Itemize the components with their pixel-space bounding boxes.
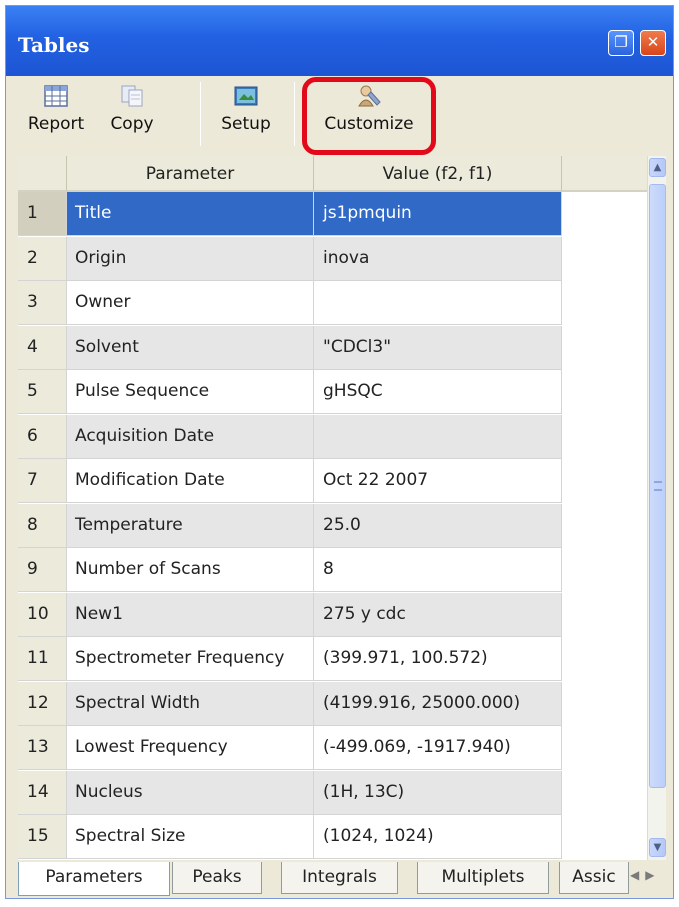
setup-button[interactable]: Setup [208, 82, 284, 150]
toolbar-separator [294, 82, 295, 146]
tab-peaks[interactable]: Peaks [172, 862, 262, 894]
parameter-cell[interactable]: Solvent [67, 325, 314, 370]
table-row[interactable]: 2 Origin inova [18, 236, 562, 281]
value-cell[interactable]: (399.971, 100.572) [314, 637, 562, 681]
table-row[interactable]: 1 Title js1pmquin [18, 192, 562, 236]
vertical-scrollbar[interactable]: ▲ ▼ [647, 156, 666, 860]
value-cell[interactable]: js1pmquin [314, 192, 562, 236]
parameter-cell[interactable]: New1 [67, 592, 314, 637]
toolbar-separator [200, 82, 201, 146]
parameter-cell[interactable]: Temperature [67, 503, 314, 548]
parameters-table: Parameter Value (f2, f1) 1 Title js1pmquin… [18, 156, 666, 860]
empty-column-header [562, 156, 647, 192]
row-number-cell[interactable]: 6 [18, 414, 67, 459]
parameter-cell[interactable]: Pulse Sequence [67, 370, 314, 414]
row-number-cell[interactable]: 10 [18, 592, 67, 637]
window-title: Tables [18, 33, 90, 57]
scroll-up-icon[interactable]: ▲ [649, 158, 666, 177]
setup-label: Setup [221, 114, 271, 134]
row-number-cell[interactable]: 8 [18, 503, 67, 548]
row-number-cell[interactable]: 12 [18, 681, 67, 726]
table-row[interactable]: 11 Spectrometer Frequency (399.971, 100.57… [18, 637, 562, 681]
parameter-cell[interactable]: Acquisition Date [67, 414, 314, 459]
tab-parameters[interactable]: Parameters [18, 862, 170, 896]
value-cell[interactable] [314, 281, 562, 325]
row-number-cell[interactable]: 15 [18, 815, 67, 859]
value-cell[interactable]: inova [314, 236, 562, 281]
row-number-cell[interactable]: 11 [18, 637, 67, 681]
report-table-icon [44, 85, 68, 107]
table-row[interactable]: 4 Solvent "CDCl3" [18, 325, 562, 370]
row-number-header [18, 156, 67, 192]
value-cell[interactable]: Oct 22 2007 [314, 459, 562, 503]
value-column-header[interactable]: Value (f2, f1) [314, 156, 562, 192]
restore-icon[interactable]: ❐ [608, 30, 634, 56]
parameter-column-header[interactable]: Parameter [67, 156, 314, 192]
scrollbar-thumb[interactable] [649, 184, 666, 788]
row-number-cell[interactable]: 7 [18, 459, 67, 503]
table-row[interactable]: 3 Owner [18, 281, 562, 325]
parameter-cell[interactable]: Origin [67, 236, 314, 281]
toolbar: Report Copy Setup Customize [6, 76, 673, 156]
row-number-cell[interactable]: 2 [18, 236, 67, 281]
scroll-down-icon[interactable]: ▼ [649, 838, 666, 857]
row-number-cell[interactable]: 9 [18, 548, 67, 592]
tab-strip: Parameters Peaks Integrals Multiplets As… [18, 862, 666, 896]
table-row[interactable]: 14 Nucleus (1H, 13C) [18, 770, 562, 815]
row-number-cell[interactable]: 1 [18, 192, 67, 236]
value-cell[interactable]: gHSQC [314, 370, 562, 414]
parameter-cell[interactable]: Modification Date [67, 459, 314, 503]
value-cell[interactable]: "CDCl3" [314, 325, 562, 370]
table-row[interactable]: 13 Lowest Frequency (-499.069, -1917.940) [18, 726, 562, 770]
copy-icon [121, 85, 143, 107]
parameter-cell[interactable]: Spectral Size [67, 815, 314, 859]
parameter-cell[interactable]: Spectral Width [67, 681, 314, 726]
parameter-cell[interactable]: Title [67, 192, 314, 236]
value-cell[interactable]: (1024, 1024) [314, 815, 562, 859]
row-number-cell[interactable]: 5 [18, 370, 67, 414]
row-number-cell[interactable]: 4 [18, 325, 67, 370]
value-cell[interactable]: (1H, 13C) [314, 770, 562, 815]
setup-icon [234, 86, 258, 106]
table-row[interactable]: 10 New1 275 y cdc [18, 592, 562, 637]
report-button[interactable]: Report [20, 82, 92, 150]
table-row[interactable]: 8 Temperature 25.0 [18, 503, 562, 548]
value-cell[interactable]: (-499.069, -1917.940) [314, 726, 562, 770]
table-row[interactable]: 15 Spectral Size (1024, 1024) [18, 815, 562, 859]
tables-panel: Tables ❐ ✕ Report Copy Setup Customize P… [5, 5, 674, 899]
table-header: Parameter Value (f2, f1) [18, 156, 666, 192]
table-row[interactable]: 9 Number of Scans 8 [18, 548, 562, 592]
report-label: Report [27, 114, 85, 134]
copy-button[interactable]: Copy [98, 82, 166, 150]
close-icon[interactable]: ✕ [640, 30, 666, 56]
value-cell[interactable]: 8 [314, 548, 562, 592]
copy-label: Copy [110, 114, 154, 134]
title-bar: Tables ❐ ✕ [6, 6, 673, 76]
tab-integrals[interactable]: Integrals [281, 862, 398, 894]
parameter-cell[interactable]: Nucleus [67, 770, 314, 815]
parameter-cell[interactable]: Spectrometer Frequency [67, 637, 314, 681]
value-cell[interactable]: 25.0 [314, 503, 562, 548]
tab-scroll-arrows-icon[interactable]: ◀▶ [630, 868, 664, 888]
parameter-cell[interactable]: Owner [67, 281, 314, 325]
customize-highlight-box [302, 77, 436, 155]
table-row[interactable]: 6 Acquisition Date [18, 414, 562, 459]
tab-multiplets[interactable]: Multiplets [417, 862, 549, 894]
value-cell[interactable]: 275 y cdc [314, 592, 562, 637]
scrollbar-grip [654, 481, 662, 491]
row-number-cell[interactable]: 3 [18, 281, 67, 325]
row-number-cell[interactable]: 13 [18, 726, 67, 770]
table-row[interactable]: 12 Spectral Width (4199.916, 25000.000) [18, 681, 562, 726]
parameter-cell[interactable]: Lowest Frequency [67, 726, 314, 770]
value-cell[interactable] [314, 414, 562, 459]
table-row[interactable]: 5 Pulse Sequence gHSQC [18, 370, 562, 414]
row-number-cell[interactable]: 14 [18, 770, 67, 815]
table-row[interactable]: 7 Modification Date Oct 22 2007 [18, 459, 562, 503]
tab-assignments[interactable]: Assic [559, 862, 629, 894]
parameter-cell[interactable]: Number of Scans [67, 548, 314, 592]
value-cell[interactable]: (4199.916, 25000.000) [314, 681, 562, 726]
